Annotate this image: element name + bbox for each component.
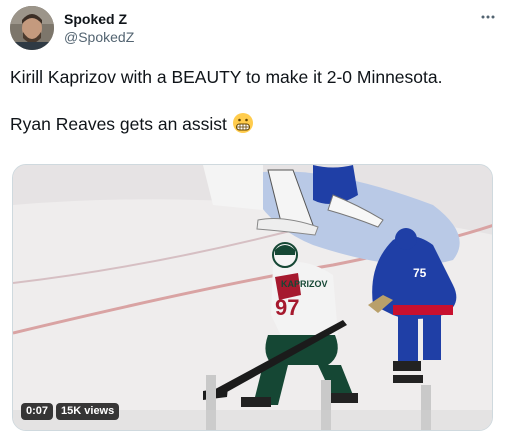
tweet-header: Spoked Z @SpokedZ [10,6,501,50]
opponent-jersey-number: 75 [413,266,427,280]
tweet-text-line-1: Kirill Kaprizov with a BEAUTY to make it… [10,67,443,87]
video-badges: 0:07 15K views [21,403,120,420]
grimacing-face-emoji-icon [232,112,254,140]
more-options-button[interactable] [479,10,497,22]
avatar[interactable] [10,6,54,50]
tweet-text-line-2: Ryan Reaves gets an assist [10,112,490,140]
tweet-text-line-2-text: Ryan Reaves gets an assist [10,114,227,134]
video-duration: 0:07 [21,403,54,420]
jersey-name: KAPRIZOV [281,279,328,289]
user-info: Spoked Z @SpokedZ [64,10,134,46]
tweet-card[interactable]: Spoked Z @SpokedZ Kirill Kaprizov with a… [0,0,511,443]
user-handle[interactable]: @SpokedZ [64,28,134,46]
jersey-number: 97 [275,295,299,320]
more-icon [481,15,495,19]
hockey-video-frame: KAPRIZOV 97 75 [13,165,492,430]
display-name[interactable]: Spoked Z [64,10,134,28]
view-count: 15K views [56,403,120,420]
tweet-text: Kirill Kaprizov with a BEAUTY to make it… [10,66,490,140]
video-player[interactable]: KAPRIZOV 97 75 0:07 15K views [12,164,493,431]
avatar-photo-icon [10,6,54,50]
